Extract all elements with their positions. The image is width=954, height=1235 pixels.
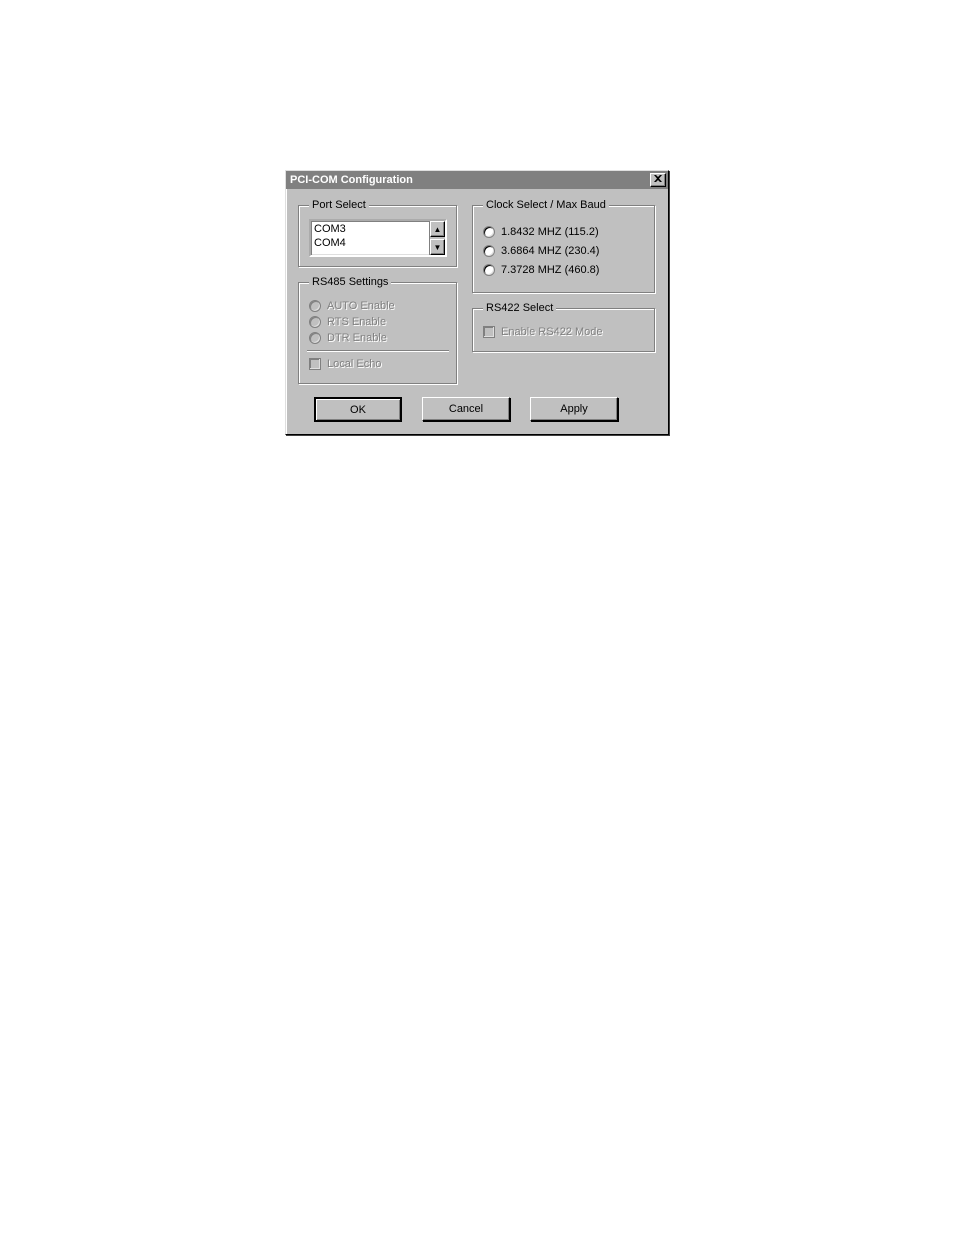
button-label: OK	[350, 404, 366, 416]
listbox-scrollbar[interactable]: ▲ ▼	[429, 221, 445, 255]
radio-auto-enable	[309, 300, 321, 312]
cancel-button[interactable]: Cancel	[422, 397, 510, 421]
rs422-legend: RS422 Select	[483, 302, 556, 314]
radio-label: RTS Enable	[327, 316, 386, 328]
ok-button[interactable]: OK	[314, 397, 402, 422]
scroll-up-button[interactable]: ▲	[430, 221, 445, 237]
close-icon	[654, 175, 662, 185]
clock-select-group: Clock Select / Max Baud 1.8432 MHZ (115.…	[472, 199, 656, 294]
checkbox-enable-rs422	[483, 326, 495, 338]
checkbox-label: Enable RS422 Mode	[501, 326, 603, 338]
radio-dtr-enable	[309, 332, 321, 344]
scroll-down-button[interactable]: ▼	[430, 239, 445, 255]
port-select-legend: Port Select	[309, 199, 369, 211]
configuration-dialog: PCI-COM Configuration Port Select COM3	[285, 170, 669, 435]
port-select-group: Port Select COM3 COM4 ▲	[298, 199, 458, 268]
list-item[interactable]: COM4	[314, 236, 426, 250]
radio-label: AUTO Enable	[327, 300, 395, 312]
radio-clock-7-3728[interactable]	[483, 264, 495, 276]
separator	[307, 350, 449, 352]
port-listbox[interactable]: COM3 COM4 ▲ ▼	[309, 219, 447, 257]
radio-clock-1-8432[interactable]	[483, 226, 495, 238]
clock-select-legend: Clock Select / Max Baud	[483, 199, 609, 211]
list-item[interactable]: COM3	[314, 222, 426, 236]
triangle-down-icon: ▼	[434, 243, 442, 252]
close-button[interactable]	[650, 173, 666, 187]
radio-label: 3.6864 MHZ (230.4)	[501, 245, 599, 257]
titlebar: PCI-COM Configuration	[286, 171, 668, 189]
radio-label: 7.3728 MHZ (460.8)	[501, 264, 599, 276]
rs485-settings-group: RS485 Settings AUTO Enable RTS Enable DT…	[298, 276, 458, 385]
checkbox-local-echo	[309, 358, 321, 370]
apply-button[interactable]: Apply	[530, 397, 618, 421]
radio-label: DTR Enable	[327, 332, 387, 344]
dialog-button-row: OK Cancel Apply	[298, 397, 656, 422]
radio-clock-3-6864[interactable]	[483, 245, 495, 257]
radio-rts-enable	[309, 316, 321, 328]
button-label: Apply	[560, 403, 588, 415]
triangle-up-icon: ▲	[434, 225, 442, 234]
rs422-select-group: RS422 Select Enable RS422 Mode	[472, 302, 656, 353]
button-label: Cancel	[449, 403, 483, 415]
checkbox-label: Local Echo	[327, 358, 381, 370]
radio-label: 1.8432 MHZ (115.2)	[501, 226, 599, 238]
rs485-legend: RS485 Settings	[309, 276, 391, 288]
dialog-title: PCI-COM Configuration	[290, 174, 413, 186]
